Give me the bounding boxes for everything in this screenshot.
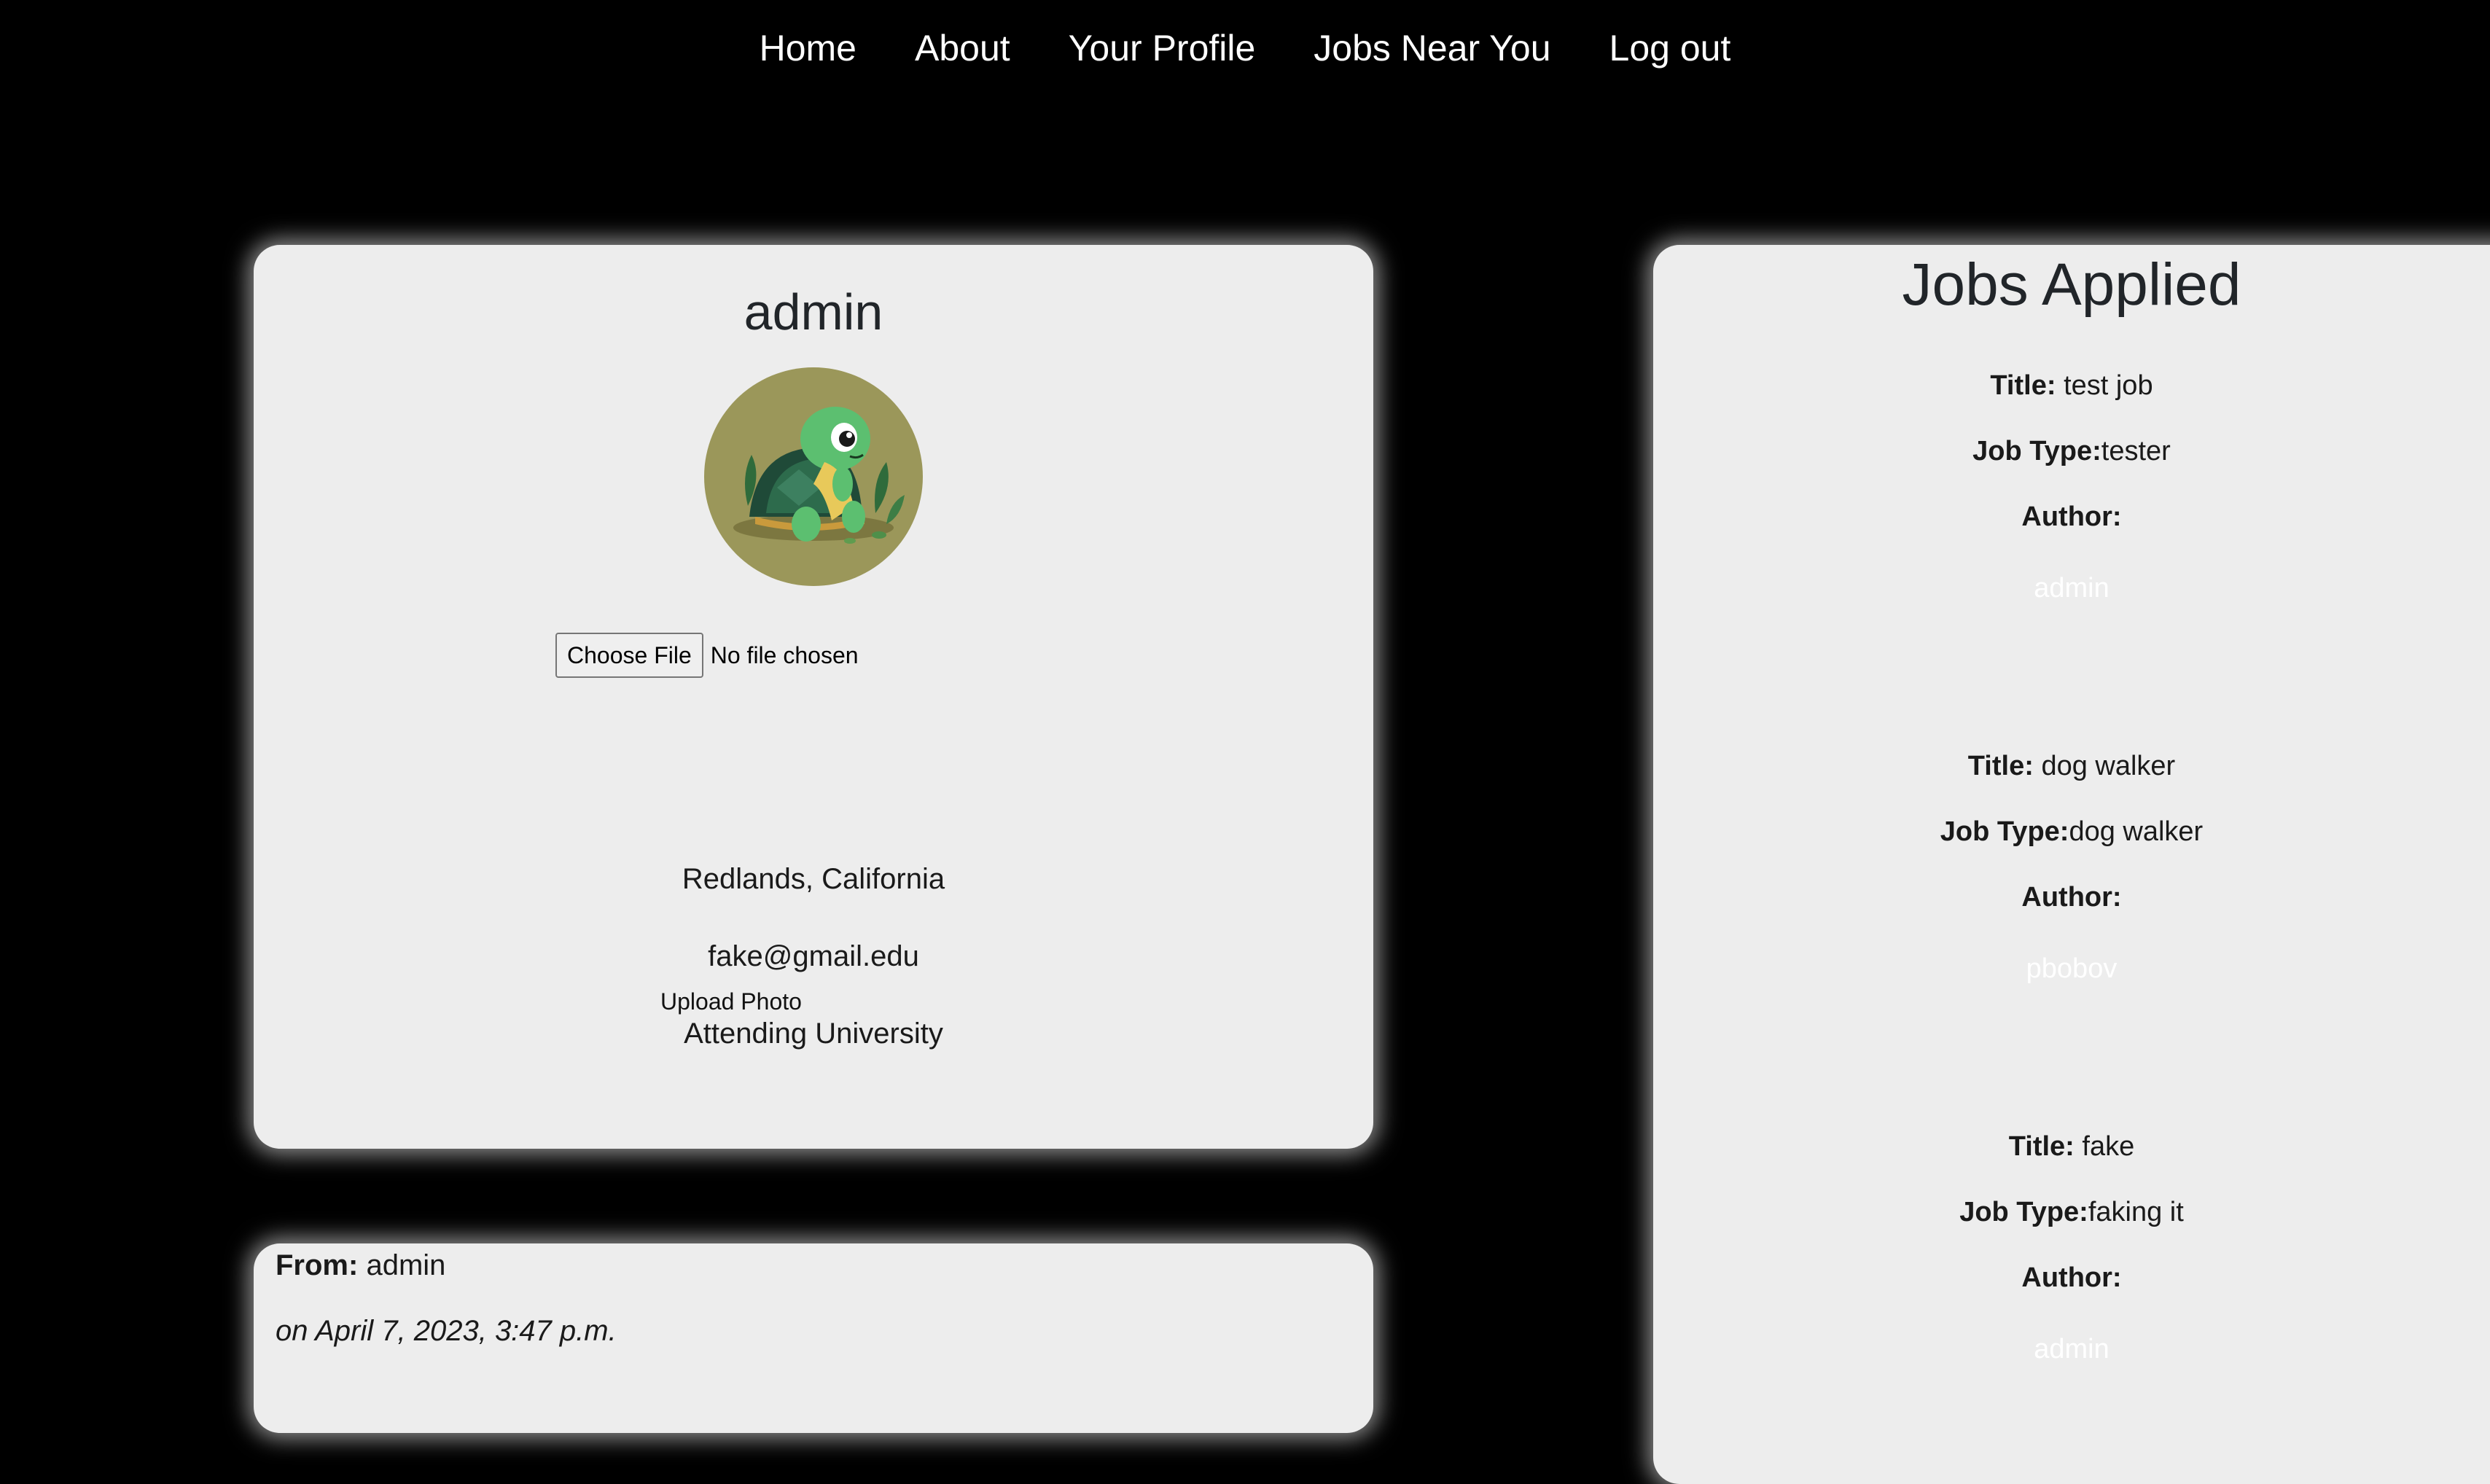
job-title-value: dog walker xyxy=(2041,751,2176,781)
nav-logout-link[interactable]: Log out xyxy=(1609,30,1731,66)
job-type-label: Job Type: xyxy=(1940,816,2069,847)
job-author-label-text: Author: xyxy=(2021,501,2122,532)
job-type-value: faking it xyxy=(2088,1197,2184,1227)
profile-username: admin xyxy=(744,284,883,340)
job-author-label: Author: xyxy=(1653,501,2490,533)
choose-file-button[interactable]: Choose File xyxy=(555,633,703,678)
job-type-value: dog walker xyxy=(2069,816,2204,847)
avatar xyxy=(704,367,923,586)
top-navigation: Home About Your Profile Jobs Near You Lo… xyxy=(0,22,2490,74)
jobs-applied-heading: Jobs Applied xyxy=(1902,251,2241,318)
nav-profile-link[interactable]: Your Profile xyxy=(1069,30,1256,66)
job-author-label: Author: xyxy=(1653,1262,2490,1294)
job-title: Title: test job xyxy=(1653,370,2490,402)
nav-home-link[interactable]: Home xyxy=(760,30,856,66)
job-title-label: Title: xyxy=(1967,751,2034,781)
job-type-label: Job Type: xyxy=(1959,1197,2088,1227)
job-type: Job Type:faking it xyxy=(1653,1197,2490,1228)
profile-card: admin Choose File No file chosen Upload … xyxy=(254,245,1373,1149)
job-type: Job Type:dog walker xyxy=(1653,816,2490,848)
job-title: Title: fake xyxy=(1653,1131,2490,1163)
profile-education: Attending University xyxy=(684,1018,943,1050)
message-from-label: From: xyxy=(276,1249,359,1281)
job-author-label: Author: xyxy=(1653,882,2490,913)
profile-email: fake@gmail.edu xyxy=(708,940,919,972)
nav-jobs-near-you-link[interactable]: Jobs Near You xyxy=(1314,30,1550,66)
job-title-value: fake xyxy=(2082,1131,2135,1162)
job-author-label-text: Author: xyxy=(2021,882,2122,913)
profile-location: Redlands, California xyxy=(682,863,945,895)
job-author-link[interactable]: admin xyxy=(1653,573,2490,604)
job-type-value: tester xyxy=(2101,436,2171,466)
photo-file-input[interactable]: Choose File No file chosen xyxy=(555,633,1048,678)
job-title: Title: dog walker xyxy=(1653,751,2490,782)
message-from: From: admin xyxy=(276,1249,445,1282)
job-type-label: Job Type: xyxy=(1972,436,2101,466)
nav-about-link[interactable]: About xyxy=(915,30,1010,66)
upload-photo-button[interactable]: Upload Photo xyxy=(660,988,802,1015)
job-title-label: Title: xyxy=(2008,1131,2075,1162)
job-type: Job Type:tester xyxy=(1653,436,2490,467)
message-card: From: admin on April 7, 2023, 3:47 p.m. xyxy=(254,1243,1373,1433)
job-author-label-text: Author: xyxy=(2021,1262,2122,1293)
turtle-avatar-icon xyxy=(733,407,905,544)
file-status-text: No file chosen xyxy=(710,641,859,668)
job-title-label: Title: xyxy=(1990,370,2056,401)
jobs-applied-card: Jobs Applied Title: test job Job Type:te… xyxy=(1653,245,2490,1484)
job-author-link[interactable]: pbobov xyxy=(1653,953,2490,985)
message-date: on April 7, 2023, 3:47 p.m. xyxy=(276,1315,617,1347)
message-from-value: admin xyxy=(366,1249,446,1281)
job-author-link[interactable]: admin xyxy=(1653,1334,2490,1365)
job-title-value: test job xyxy=(2064,370,2153,401)
